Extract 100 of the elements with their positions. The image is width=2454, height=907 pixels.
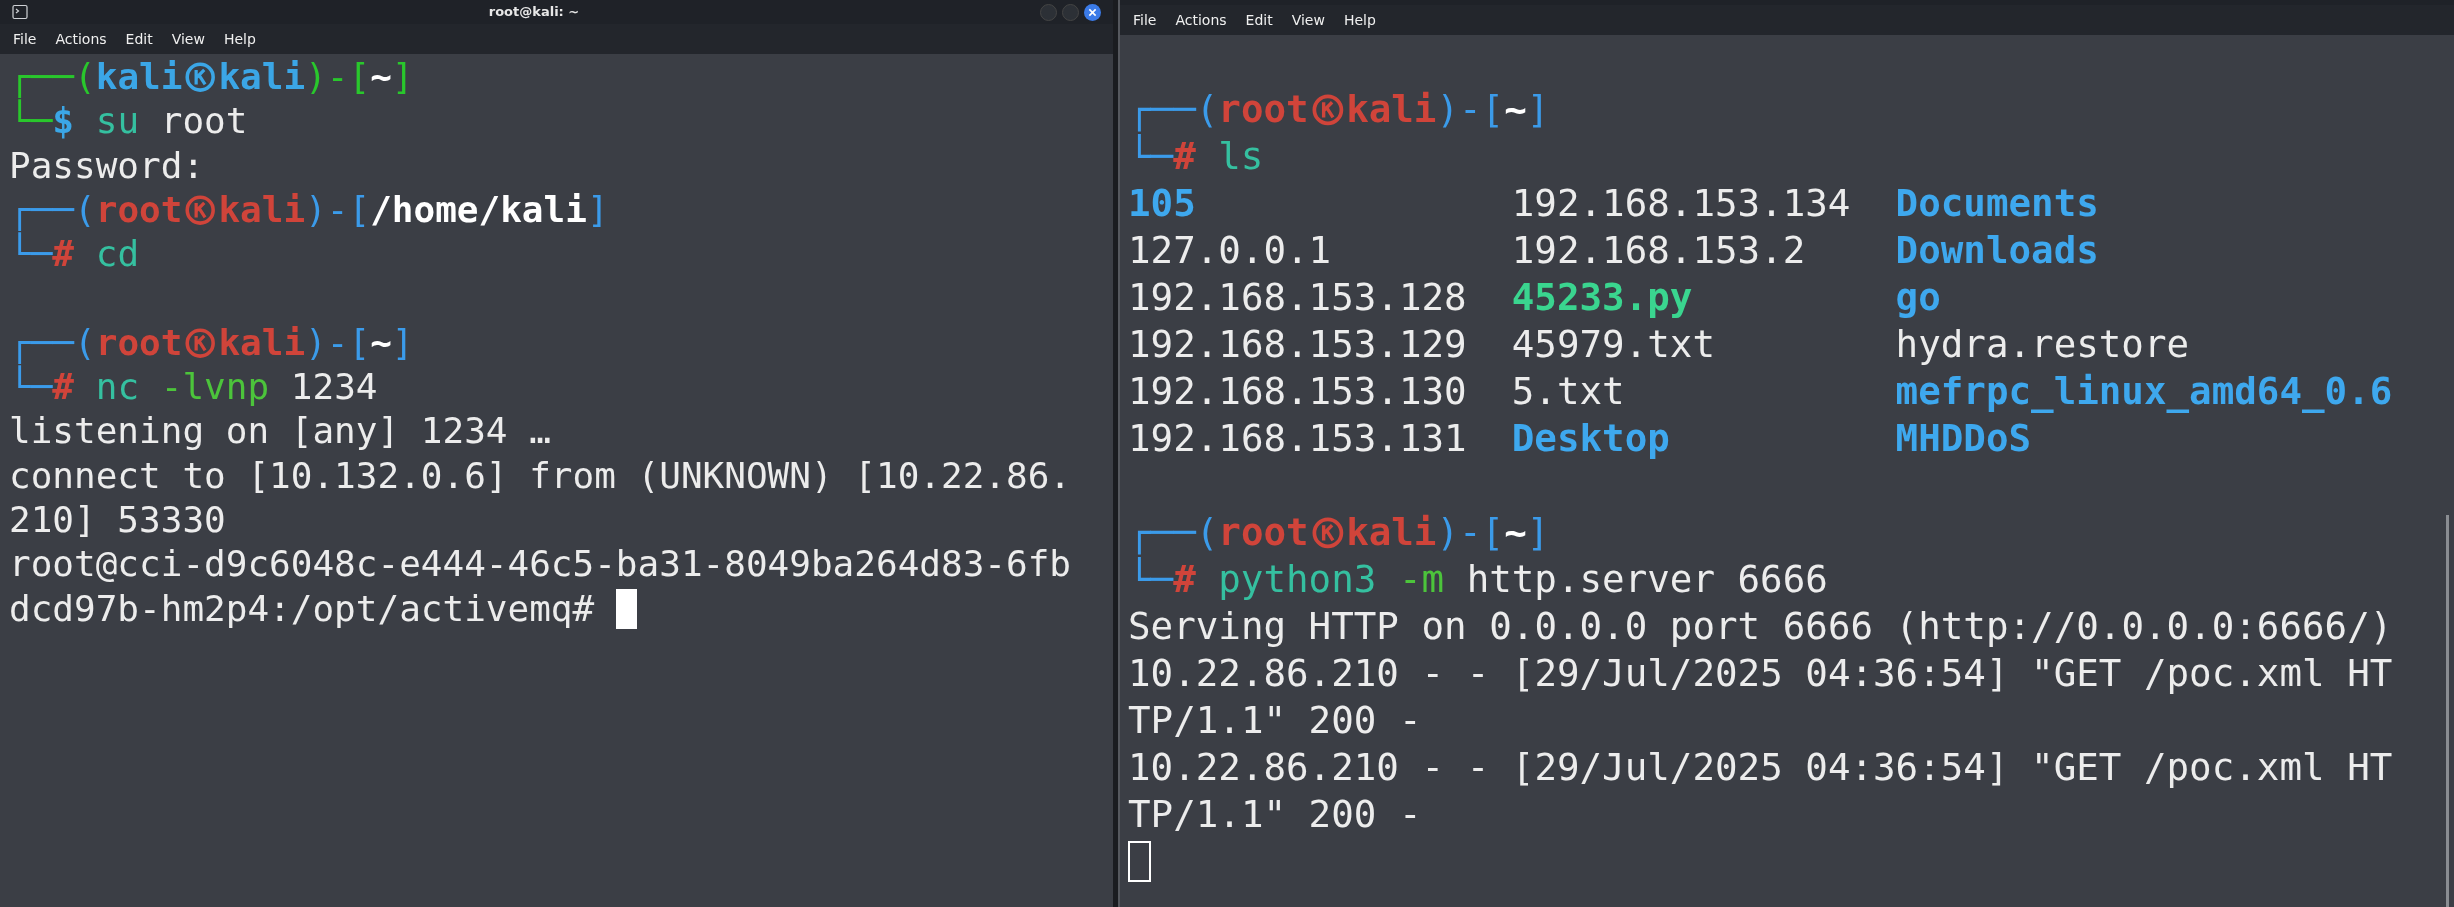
file-name: 45233.py (1511, 274, 1694, 321)
command-command: python3 (1218, 556, 1377, 603)
user-name: root (95, 320, 183, 365)
file-name: 192.168.153.130 (1128, 368, 1468, 415)
file-name: Desktop (1511, 415, 1671, 462)
user-name: kali (95, 55, 183, 99)
command-command: su (95, 99, 140, 144)
host-name: kali (218, 320, 306, 365)
close-icon (1088, 7, 1097, 17)
directory-path: ~ (1504, 509, 1527, 556)
output-line: Serving HTTP on 0.0.0.0 port 6666 (http://0.0.0.0:6666/) (1128, 603, 2393, 650)
file-name: Downloads (1895, 227, 2100, 274)
circled-k-icon (1310, 92, 1345, 127)
menu-item[interactable]: View (1291, 9, 1325, 31)
directory-path: ~ (1504, 86, 1527, 133)
file-name: 192.168.153.128 (1128, 274, 1468, 321)
menu-item[interactable]: View (171, 28, 205, 50)
menu-item[interactable]: Edit (1245, 9, 1273, 31)
file-name: go (1895, 274, 1942, 321)
output-line: Password: (9, 143, 205, 188)
user-name: root (95, 187, 183, 232)
directory-path: ~ (370, 320, 392, 365)
prompt-frame: └─ (1128, 556, 1174, 603)
prompt-frame: ┌──( (9, 320, 96, 366)
prompt-frame: )-[ (1436, 86, 1505, 133)
prompt-frame: └─ (9, 232, 53, 277)
menu-item[interactable]: Actions (1175, 9, 1227, 31)
terminal-icon (12, 4, 28, 20)
prompt-frame: ┌──( (1128, 86, 1219, 133)
prompt-frame: └─ (9, 365, 53, 410)
prompt-frame: └─ (9, 99, 53, 144)
prompt-frame: ] (1526, 86, 1550, 133)
file-name: 105 (1128, 180, 1197, 227)
prompt-symbol: # (52, 366, 75, 410)
command-option: -lvnp (160, 365, 270, 410)
host-name: kali (1346, 509, 1437, 556)
file-name: mefrpc_linux_amd64_0.6 (1895, 368, 2394, 415)
window-title: root@kali: ~ (488, 3, 580, 22)
user-name: root (1218, 86, 1309, 133)
menu-item[interactable]: Actions (55, 28, 107, 50)
prompt-frame: ┌──( (1128, 509, 1219, 556)
circled-k-icon (184, 60, 217, 94)
prompt-symbol: # (52, 233, 75, 277)
prompt-frame: ┌──( (9, 55, 96, 100)
file-name: 127.0.0.1 (1128, 227, 1333, 274)
prompt-frame: ] (586, 187, 609, 233)
scrollbar-thumb[interactable] (2446, 515, 2449, 907)
file-name: 192.168.153.2 (1511, 227, 1807, 274)
menu-item[interactable]: Help (223, 28, 256, 50)
command-command: ls (1218, 133, 1264, 180)
file-name: 5.txt (1511, 368, 1626, 415)
output-line: 10.22.86.210 - - [29/Jul/2025 04:36:54] "GET /poc.xml HT (1128, 744, 2393, 791)
prompt-frame: )-[ (1436, 509, 1505, 556)
prompt-frame: └─ (1128, 133, 1174, 180)
circled-k-icon (1310, 515, 1345, 550)
menu-item[interactable]: File (1133, 9, 1157, 31)
prompt-frame: ] (391, 320, 414, 366)
host-name: kali (218, 187, 306, 232)
output-line: listening on [any] 1234 … (9, 409, 551, 454)
output-line: root@cci-d9c6048c-e444-46c5-ba31-8049ba264d83-6fb (9, 542, 1072, 587)
command-command: cd (95, 232, 140, 277)
output-line: TP/1.1" 200 - (1128, 697, 1422, 744)
command-option: -m (1398, 556, 1445, 603)
output-line: 10.22.86.210 - - [29/Jul/2025 04:36:54] "GET /poc.xml HT (1128, 650, 2393, 697)
prompt-frame: ] (1526, 509, 1550, 556)
file-name: 192.168.153.129 (1128, 321, 1468, 368)
host-name: kali (218, 55, 306, 99)
prompt-frame: ] (391, 55, 414, 100)
command-command: nc (95, 365, 140, 410)
file-name: 192.168.153.131 (1128, 415, 1468, 462)
maximize-button[interactable] (1062, 3, 1079, 21)
menu-item[interactable]: File (13, 28, 37, 50)
directory-path: /home/kali (370, 187, 587, 232)
directory-path: ~ (370, 55, 392, 99)
command-argument: http.server 6666 (1466, 556, 1828, 603)
menu-item[interactable]: Edit (125, 28, 153, 50)
host-name: kali (1346, 86, 1437, 133)
output-line: connect to [10.132.0.6] from (UNKNOWN) [10.22.86. (9, 453, 1072, 498)
command-argument: 1234 (290, 365, 378, 410)
prompt-frame: )-[ (305, 187, 371, 233)
command-argument: root (160, 99, 248, 144)
file-name: hydra.restore (1895, 321, 2191, 368)
file-name: 45979.txt (1511, 321, 1716, 368)
prompt-frame: )-[ (305, 320, 371, 366)
output-line: dcd97b-hm2p4:/opt/activemq# (9, 586, 595, 631)
prompt-symbol: # (1173, 133, 1196, 180)
close-button[interactable] (1084, 3, 1101, 21)
circled-k-icon (184, 193, 217, 227)
file-name: 192.168.153.134 (1511, 180, 1852, 227)
menu-item[interactable]: Help (1343, 9, 1376, 31)
output-line: TP/1.1" 200 - (1128, 791, 1422, 838)
user-name: root (1218, 509, 1309, 556)
prompt-frame: )-[ (305, 55, 371, 100)
prompt-symbol: # (1173, 556, 1196, 603)
prompt-symbol: $ (52, 100, 75, 144)
circled-k-icon (184, 326, 217, 360)
minimize-button[interactable] (1040, 3, 1057, 21)
file-name: Documents (1895, 180, 2100, 227)
file-name: MHDDoS (1895, 415, 2033, 462)
output-line: 210] 53330 (9, 497, 226, 542)
